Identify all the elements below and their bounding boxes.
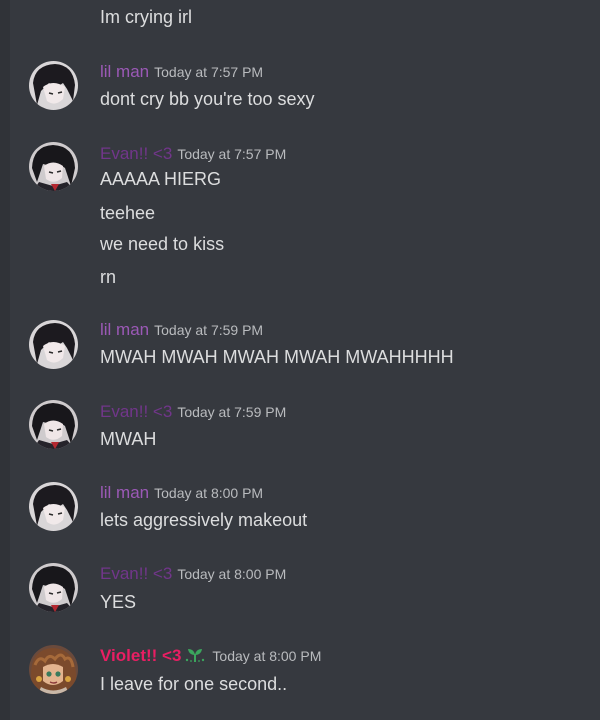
dark-hair-avatar-icon[interactable] — [29, 482, 78, 531]
message-text: teehee — [100, 203, 156, 223]
brown-hair-avatar-icon[interactable] — [29, 645, 78, 694]
username[interactable]: Evan!! <3 — [100, 144, 172, 163]
message-header: lil man Today at 7:59 PM — [100, 320, 263, 342]
timestamp[interactable]: Today at 7:57 PM — [177, 146, 286, 162]
message-text: AAAAA HIERG — [100, 169, 222, 189]
username[interactable]: Evan!! <3 — [100, 402, 172, 421]
message-text: MWAH MWAH MWAH MWAH MWAHHHHH — [100, 347, 454, 367]
timestamp[interactable]: Today at 8:00 PM — [177, 566, 286, 582]
chat-messages: Im crying irl lil man Today at 7:57 PM do… — [0, 0, 600, 720]
message-text: lets aggressively makeout — [100, 510, 308, 530]
message-header: lil man Today at 7:57 PM — [100, 62, 263, 84]
message-text: rn — [100, 267, 117, 287]
message-text: I leave for one second.. — [100, 674, 288, 694]
message-header: Evan!! <3 Today at 7:57 PM — [100, 144, 286, 166]
dark-hair-red-collar-avatar-icon[interactable] — [29, 142, 78, 191]
username[interactable]: lil man — [100, 483, 149, 502]
message-text: Im crying irl — [100, 7, 193, 27]
message-header: Evan!! <3 Today at 7:59 PM — [100, 402, 286, 424]
timestamp[interactable]: Today at 7:59 PM — [154, 322, 263, 338]
timestamp[interactable]: Today at 7:59 PM — [177, 404, 286, 420]
message-text: YES — [100, 592, 137, 612]
dark-hair-avatar-icon[interactable] — [29, 320, 78, 369]
username[interactable]: Evan!! <3 — [100, 564, 172, 583]
message-header: lil man Today at 8:00 PM — [100, 483, 263, 505]
username[interactable]: Violet!! <3 — [100, 646, 181, 665]
message-text: we need to kiss — [100, 234, 225, 254]
message-text: dont cry bb you're too sexy — [100, 89, 315, 109]
timestamp[interactable]: Today at 8:00 PM — [154, 485, 263, 501]
username[interactable]: lil man — [100, 320, 149, 339]
dark-hair-red-collar-avatar-icon[interactable] — [29, 563, 78, 612]
message-header: Evan!! <3 Today at 8:00 PM — [100, 564, 286, 586]
username[interactable]: lil man — [100, 62, 149, 81]
message-text: MWAH — [100, 429, 157, 449]
channel-list-edge — [0, 0, 10, 720]
sprout-icon[interactable] — [183, 645, 207, 663]
message-header: Violet!! <3 Today at 8:00 PM — [100, 645, 321, 667]
dark-hair-red-collar-avatar-icon[interactable] — [29, 400, 78, 449]
timestamp[interactable]: Today at 7:57 PM — [154, 64, 263, 80]
dark-hair-avatar-icon[interactable] — [29, 61, 78, 110]
timestamp[interactable]: Today at 8:00 PM — [212, 648, 321, 664]
